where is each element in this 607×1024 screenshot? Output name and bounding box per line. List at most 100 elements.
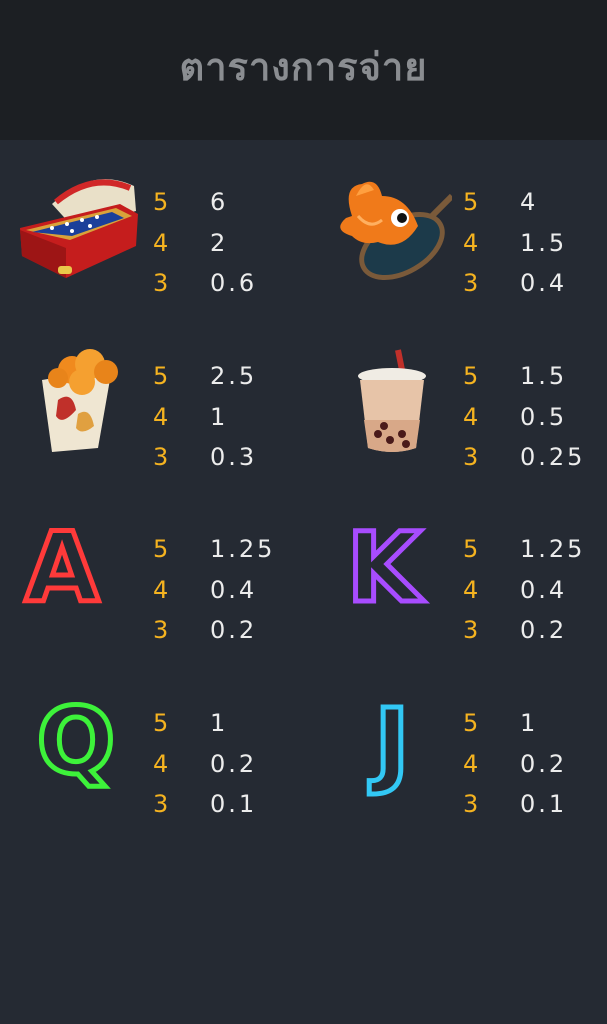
pay-value: 2	[210, 228, 229, 257]
pay-list: 51 4 0.2 3 0.1	[463, 703, 607, 825]
pay-count: 3	[463, 790, 479, 818]
bubble-tea-icon	[322, 330, 452, 460]
symbol-cell-q: Q 51 4 0.2 3 0.1	[0, 677, 300, 819]
pay-count: 4	[153, 749, 169, 778]
pay-row: 54	[463, 182, 607, 223]
pay-value: 0.2	[210, 616, 258, 644]
pay-row: 3 0.2	[463, 610, 607, 651]
pay-count: 5	[153, 709, 169, 737]
pay-value: 6	[210, 188, 229, 216]
letter-a-glyph: A	[25, 512, 99, 624]
letter-k-icon: K	[322, 503, 452, 633]
pay-count: 4	[463, 575, 479, 604]
pay-row: 5 2.5	[153, 356, 303, 397]
pinball-machine-icon	[12, 156, 142, 286]
paytable-header: ตารางการจ่าย	[0, 0, 607, 140]
pay-row: 3 0.25	[463, 437, 607, 478]
pay-count: 5	[463, 188, 479, 216]
pay-value: 0.1	[210, 790, 258, 818]
symbol-cell-popcorn: 5 2.5 41 3 0.3	[0, 330, 300, 471]
pay-value: 1.5	[520, 362, 568, 390]
pay-row: 3 0.6	[153, 263, 303, 304]
pay-value: 2.5	[210, 362, 258, 390]
pay-row: 5 1.25	[153, 529, 303, 570]
goldfish-net-icon	[322, 156, 452, 286]
pay-count: 5	[153, 535, 169, 563]
pay-value: 0.6	[210, 269, 258, 297]
pay-row: 4 0.2	[463, 744, 607, 785]
pay-value: 1	[210, 402, 229, 431]
pay-row: 5 1.5	[463, 356, 607, 397]
pay-value: 0.4	[210, 575, 258, 604]
pay-count: 4	[463, 749, 479, 778]
letter-j-icon: J	[322, 677, 452, 807]
pay-count: 3	[463, 616, 479, 644]
pay-count: 5	[153, 188, 169, 216]
pay-count: 5	[153, 362, 169, 390]
pay-list: 5 2.5 41 3 0.3	[153, 356, 303, 478]
pay-list: 54 4 1.5 3 0.4	[463, 182, 607, 304]
pay-row: 42	[153, 223, 303, 264]
page-title: ตารางการจ่าย	[179, 44, 428, 89]
pay-value: 4	[520, 188, 539, 216]
pay-value: 1.25	[210, 535, 276, 563]
pay-count: 3	[153, 443, 169, 471]
pay-list: 56 42 3 0.6	[153, 182, 303, 304]
pay-list: 5 1.25 4 0.4 3 0.2	[153, 529, 303, 651]
pay-row: 4 0.2	[153, 744, 303, 785]
symbol-cell-j: J 51 4 0.2 3 0.1	[310, 677, 607, 819]
pay-value: 0.3	[210, 443, 258, 471]
symbol-cell-goldfish: 54 4 1.5 3 0.4	[310, 156, 607, 297]
pay-row: 51	[463, 703, 607, 744]
letter-q-icon: Q	[12, 677, 142, 807]
pay-count: 3	[463, 443, 479, 471]
pay-row: 3 0.1	[153, 784, 303, 825]
pay-count: 5	[463, 709, 479, 737]
symbol-cell-bubble-tea: 5 1.5 4 0.5 3 0.25	[310, 330, 607, 471]
pay-list: 5 1.25 4 0.4 3 0.2	[463, 529, 607, 651]
pay-value: 0.2	[520, 616, 568, 644]
pay-value: 0.2	[210, 749, 258, 778]
pay-value: 1.5	[520, 228, 568, 257]
symbol-cell-k: K 5 1.25 4 0.4 3 0.2	[310, 503, 607, 645]
pay-count: 3	[153, 616, 169, 644]
pay-count: 4	[153, 228, 169, 257]
pay-count: 4	[153, 575, 169, 604]
pay-value: 1	[520, 709, 539, 737]
pay-value: 1.25	[520, 535, 586, 563]
pay-count: 4	[463, 228, 479, 257]
letter-j-glyph: J	[369, 689, 410, 798]
pay-value: 0.4	[520, 269, 568, 297]
symbol-cell-a: A 5 1.25 4 0.4 3 0.2	[0, 503, 300, 645]
letter-a-icon: A	[12, 503, 142, 633]
pay-row: 3 0.1	[463, 784, 607, 825]
pay-list: 51 4 0.2 3 0.1	[153, 703, 303, 825]
pay-list: 5 1.5 4 0.5 3 0.25	[463, 356, 607, 478]
pay-value: 0.5	[520, 402, 568, 431]
letter-k-glyph: K	[347, 512, 425, 624]
pay-row: 3 0.3	[153, 437, 303, 478]
pay-value: 0.25	[520, 443, 586, 471]
pay-count: 4	[153, 402, 169, 431]
symbol-cell-pinball: 56 42 3 0.6	[0, 156, 300, 297]
pay-count: 3	[463, 269, 479, 297]
pay-value: 0.2	[520, 749, 568, 778]
pay-count: 5	[463, 535, 479, 563]
pay-value: 0.1	[520, 790, 568, 818]
pay-count: 4	[463, 402, 479, 431]
pay-count: 3	[153, 269, 169, 297]
pay-row: 4 0.4	[153, 570, 303, 611]
pay-row: 5 1.25	[463, 529, 607, 570]
pay-row: 56	[153, 182, 303, 223]
pay-row: 3 0.2	[153, 610, 303, 651]
pay-row: 4 0.4	[463, 570, 607, 611]
pay-count: 5	[463, 362, 479, 390]
pay-value: 0.4	[520, 575, 568, 604]
pay-row: 3 0.4	[463, 263, 607, 304]
popcorn-icon	[12, 330, 142, 460]
pay-row: 51	[153, 703, 303, 744]
pay-row: 4 1.5	[463, 223, 607, 264]
pay-row: 4 0.5	[463, 397, 607, 438]
pay-value: 1	[210, 709, 229, 737]
letter-q-glyph: Q	[37, 688, 115, 795]
